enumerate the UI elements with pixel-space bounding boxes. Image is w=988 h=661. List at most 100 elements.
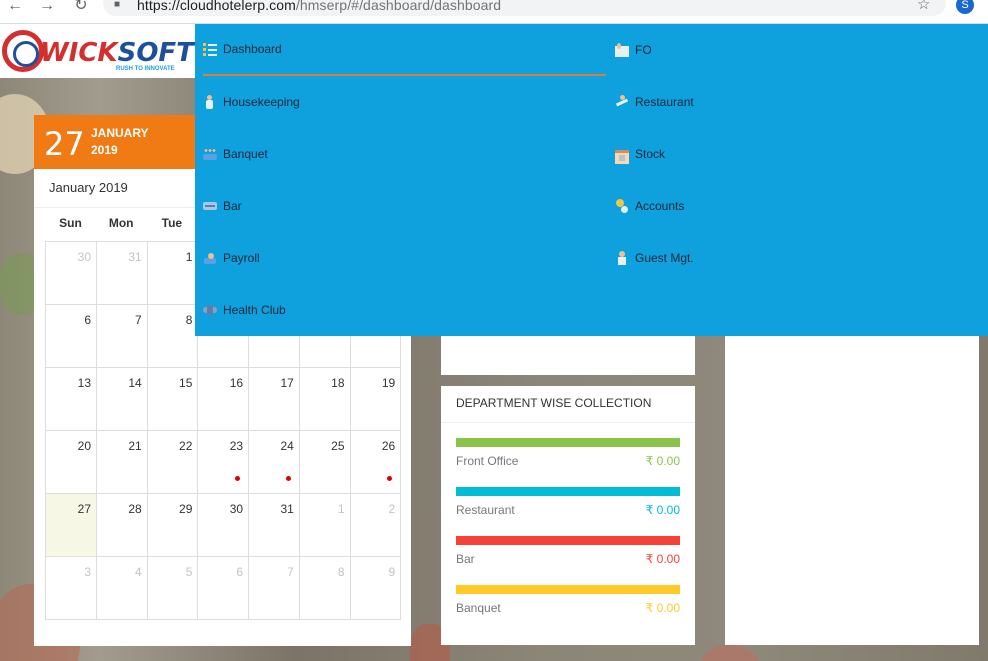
calendar-day-number: 2 [388,502,396,516]
stock-icon [615,147,629,164]
menu-item-payroll[interactable]: Payroll [203,232,606,284]
menu-item-banquet[interactable]: Banquet [203,128,606,180]
calendar-day-number: 4 [135,565,142,579]
calendar-day-cell[interactable]: 15 [147,368,199,431]
accounts-icon [615,199,629,213]
quicksoft-logo[interactable]: WICKSOFT RUSH TO INNOVATE [0,24,195,78]
menu-item-label: Banquet [223,147,268,161]
menu-item-accounts[interactable]: Accounts [615,180,985,232]
reload-icon[interactable]: ↻ [72,0,90,14]
profile-avatar[interactable]: S [956,0,974,14]
calendar-day-number: 20 [77,439,91,453]
menu-item-housekeeping[interactable]: Housekeeping [203,76,606,128]
fo-icon [615,43,629,57]
url-text[interactable]: https://cloudhotelerp.com/hmserp/#/dashb… [137,0,501,13]
calendar-day-cell[interactable]: 17 [248,368,300,431]
logo-text-b: SOFT [117,38,194,68]
calendar-day-number: 1 [185,250,193,264]
calendar-day-cell[interactable]: 4 [96,557,148,620]
menu-item-guest-mgt[interactable]: Guest Mgt. [615,232,985,284]
department-progress-bar [456,585,680,594]
menu-item-dashboard[interactable]: Dashboard [203,24,606,76]
calendar-day-cell[interactable]: 29 [147,494,199,557]
calendar-day-cell[interactable]: 2 [350,494,402,557]
calendar-day-cell[interactable]: 25 [299,431,351,494]
calendar-day-cell[interactable]: 3 [46,557,97,620]
calendar-day-cell[interactable]: 5 [147,557,199,620]
payroll-icon [203,251,217,265]
department-amount: ₹ 0.00 [645,503,680,517]
calendar-day-cell[interactable]: 6 [198,557,250,620]
department-amount: ₹ 0.00 [645,552,680,566]
forward-arrow-icon[interactable]: → [38,0,56,14]
calendar-day-cell[interactable]: 16 [198,368,250,431]
menu-item-health-club[interactable]: Health Club [203,284,606,336]
calendar-day-number: 3 [84,565,91,579]
calendar-day-cell[interactable]: 1 [147,242,199,305]
menu-item-restaurant[interactable]: Restaurant [615,76,985,128]
guest-mgt-icon [615,251,629,265]
bookmark-star-icon[interactable]: ☆ [917,0,930,12]
calendar-day-number: 30 [77,250,91,264]
calendar-day-cell[interactable]: 13 [46,368,97,431]
calendar-day-number: 15 [179,376,193,390]
logo-tagline: RUSH TO INNOVATE [116,66,175,72]
calendar-day-cell[interactable]: 31 [248,494,300,557]
calendar-day-cell[interactable]: 24 [248,431,300,494]
department-progress-bar [456,536,680,545]
calendar-day-number: 13 [77,376,91,390]
calendar-day-cell[interactable]: 23 [198,431,250,494]
calendar-day-cell[interactable]: 21 [96,431,148,494]
calendar-day-number: 31 [128,250,142,264]
department-row: Front Office ₹ 0.00 [456,438,680,478]
calendar-day-cell[interactable]: 30 [198,494,250,557]
menu-item-label: Housekeeping [223,95,300,109]
calendar-day-cell[interactable]: 22 [147,431,199,494]
bar-icon [203,199,217,213]
calendar-day-cell[interactable]: 1 [299,494,351,557]
dashboard-icon [203,42,217,56]
menu-item-bar[interactable]: Bar [203,180,606,232]
url-path: /hmserp/#/dashboard/dashboard [295,0,502,13]
calendar-day-number: 7 [287,565,294,579]
back-arrow-icon[interactable]: ← [6,0,24,14]
calendar-day-cell[interactable]: 8 [147,305,199,368]
calendar-day-cell[interactable]: 9 [350,557,402,620]
calendar-day-cell[interactable]: 7 [248,557,300,620]
calendar-day-cell[interactable]: 19 [350,368,402,431]
health-club-icon [203,303,217,317]
menu-item-label: Payroll [223,251,260,265]
department-name: Front Office [456,454,519,468]
department-row: Bar ₹ 0.00 [456,536,680,576]
calendar-day-cell[interactable]: 18 [299,368,351,431]
menu-item-label: FO [635,43,652,57]
department-progress-bar [456,438,680,447]
calendar-day-cell[interactable]: 8 [299,557,351,620]
calendar-day-cell[interactable]: 20 [46,431,97,494]
calendar-day-cell[interactable]: 28 [96,494,148,557]
weekday-label: Sun [59,216,82,230]
calendar-day-number: 1 [337,502,345,516]
calendar-day-number: 24 [280,439,294,453]
calendar-day-cell[interactable]: 14 [96,368,148,431]
summary-card [441,336,695,375]
calendar-day-number: 30 [229,502,244,516]
calendar-day-cell[interactable]: 26 [350,431,402,494]
event-dot-icon [235,476,241,481]
calendar-day-cell[interactable]: 30 [46,242,97,305]
menu-item-stock[interactable]: Stock [615,128,985,180]
calendar-day-number: 18 [331,376,345,390]
calendar-day-number: 16 [229,376,244,390]
calendar-day-cell[interactable]: 31 [96,242,148,305]
calendar-day-number: 27 [77,502,91,516]
calendar-day-number: 8 [185,313,193,327]
department-collection-card: DEPARTMENT WISE COLLECTION Front Office ₹… [441,386,695,645]
calendar-day-today[interactable]: 27 [46,494,97,557]
department-amount: ₹ 0.00 [645,454,680,468]
calendar-day-cell[interactable]: 7 [96,305,148,368]
calendar-day-cell[interactable]: 6 [46,305,97,368]
url-host: https://cloudhotelerp.com [137,0,296,13]
calendar-day-number: 8 [337,565,345,579]
menu-item-fo[interactable]: FO [615,24,985,76]
calendar-day-number: 22 [179,439,193,453]
